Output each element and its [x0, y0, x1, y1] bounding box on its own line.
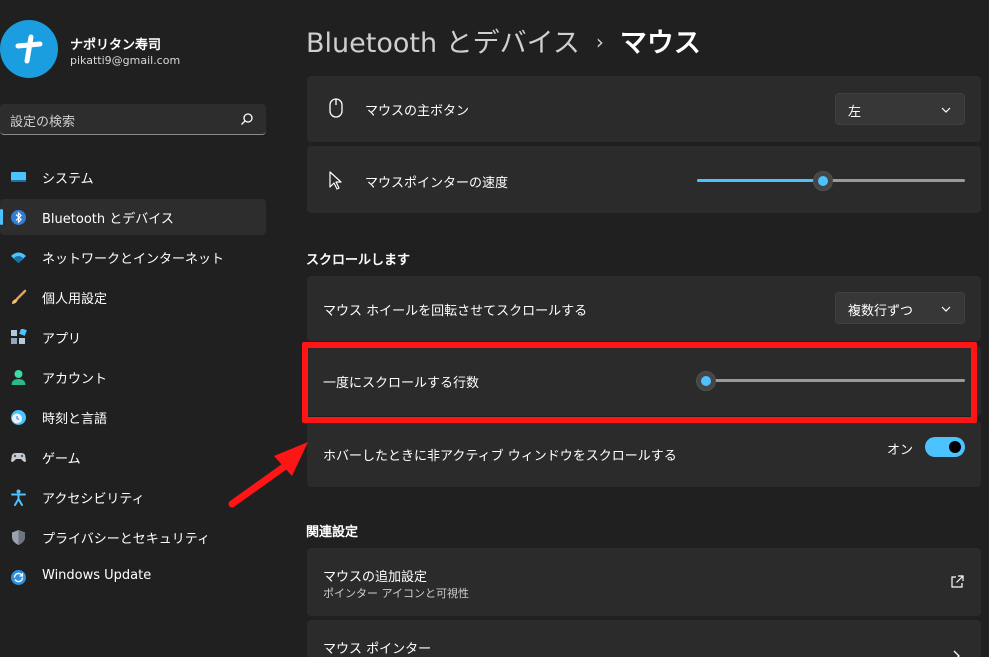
lines-to-scroll-setting: 一度にスクロールする行数 — [307, 346, 981, 416]
mouse-pointer-setting[interactable]: マウス ポインター — [307, 620, 981, 657]
sidebar-item-label: アクセシビリティ — [42, 492, 145, 507]
sidebar-item-privacy-security[interactable]: プライバシーとセキュリティ — [0, 519, 266, 555]
primary-button-setting: マウスの主ボタン 左 — [307, 76, 981, 142]
scroll-section-title: スクロールします — [306, 253, 411, 268]
sidebar-item-label: ゲーム — [42, 452, 81, 467]
red-arrow-annotation — [228, 442, 308, 508]
sidebar-item-bluetooth-devices[interactable]: Bluetooth とデバイス — [0, 199, 266, 235]
breadcrumb-separator: › — [595, 30, 604, 54]
wifi-icon — [11, 252, 26, 263]
sidebar-item-label: アカウント — [42, 372, 108, 387]
inactive-scroll-toggle[interactable] — [925, 437, 965, 457]
pointer-speed-label: マウスポインターの速度 — [365, 176, 509, 191]
slider-track — [706, 379, 965, 382]
system-icon — [11, 172, 26, 182]
sidebar-item-label: 時刻と言語 — [42, 412, 108, 427]
avatar — [0, 20, 58, 78]
sidebar-item-personalization[interactable]: 個人用設定 — [0, 279, 266, 315]
pointer-speed-slider[interactable] — [697, 170, 965, 191]
primary-button-value: 左 — [848, 105, 862, 120]
sidebar-item-label: システム — [42, 172, 94, 187]
search-icon[interactable] — [240, 112, 254, 126]
breadcrumb-current: マウス — [619, 28, 701, 59]
toggle-state-label: オン — [886, 443, 913, 458]
primary-button-label: マウスの主ボタン — [365, 104, 470, 119]
sidebar-item-label: Windows Update — [42, 568, 152, 583]
profile-name: ナポリタン寿司 — [70, 38, 162, 53]
profile-email: pikatti9@gmail.com — [70, 54, 181, 67]
inactive-scroll-setting: ホバーしたときに非アクティブ ウィンドウをスクロールする オン — [307, 421, 981, 487]
accessibility-icon — [11, 489, 26, 506]
mouse-pointer-label: マウス ポインター — [323, 642, 432, 657]
wheel-scroll-dropdown[interactable]: 複数行ずつ — [835, 292, 965, 324]
account-icon — [11, 370, 26, 385]
lines-to-scroll-slider[interactable] — [696, 370, 965, 391]
update-icon — [11, 570, 26, 585]
chevron-down-icon — [941, 306, 951, 312]
breadcrumb-bluetooth-devices[interactable]: Bluetooth とデバイス — [306, 28, 580, 59]
sidebar-item-apps[interactable]: アプリ — [0, 319, 266, 355]
pointer-speed-setting: マウスポインターの速度 — [307, 146, 981, 213]
slider-thumb[interactable] — [696, 371, 716, 391]
wheel-scroll-label: マウス ホイールを回転させてスクロールする — [323, 304, 588, 319]
wheel-scroll-value: 複数行ずつ — [848, 304, 914, 319]
wheel-scroll-setting: マウス ホイールを回転させてスクロールする 複数行ずつ — [307, 276, 981, 341]
additional-mouse-settings[interactable]: マウスの追加設定 ポインター アイコンと可視性 — [307, 548, 981, 616]
additional-settings-label: マウスの追加設定 — [323, 570, 428, 585]
slider-thumb[interactable] — [812, 171, 833, 191]
time-language-icon — [11, 410, 26, 425]
bluetooth-icon — [11, 210, 26, 225]
shield-icon — [12, 530, 25, 545]
sidebar-item-windows-update[interactable]: Windows Update — [0, 559, 266, 595]
sidebar-item-network[interactable]: ネットワークとインターネット — [0, 239, 266, 275]
gamepad-icon — [11, 453, 26, 462]
external-link-icon — [951, 575, 964, 588]
mouse-icon — [329, 98, 343, 118]
page-title: Bluetooth とデバイス › マウス — [306, 21, 701, 60]
chevron-right-icon — [953, 650, 960, 657]
related-section-title: 関連設定 — [306, 525, 359, 540]
search-placeholder: 設定の検索 — [10, 115, 76, 130]
sidebar-item-label: ネットワークとインターネット — [42, 252, 225, 267]
sidebar-item-label: Bluetooth とデバイス — [42, 212, 174, 227]
sidebar-item-system[interactable]: システム — [0, 159, 266, 195]
slider-fill — [697, 179, 823, 182]
chevron-down-icon — [941, 107, 951, 113]
inactive-scroll-label: ホバーしたときに非アクティブ ウィンドウをスクロールする — [323, 449, 677, 464]
sidebar: ナポリタン寿司 pikatti9@gmail.com 設定の検索 システム Bl… — [0, 0, 280, 657]
pointer-icon — [329, 171, 342, 190]
brush-icon — [12, 289, 27, 304]
avatar-logo-icon — [15, 34, 43, 64]
sidebar-item-label: プライバシーとセキュリティ — [42, 532, 210, 547]
search-input[interactable]: 設定の検索 — [0, 104, 266, 135]
user-profile[interactable]: ナポリタン寿司 pikatti9@gmail.com — [0, 20, 270, 80]
toggle-knob — [949, 441, 961, 453]
sidebar-item-label: アプリ — [42, 332, 82, 347]
sidebar-item-label: 個人用設定 — [42, 292, 108, 307]
active-indicator — [0, 209, 3, 225]
lines-to-scroll-label: 一度にスクロールする行数 — [323, 376, 480, 391]
apps-icon — [11, 329, 27, 344]
additional-settings-sublabel: ポインター アイコンと可視性 — [323, 587, 469, 600]
primary-button-dropdown[interactable]: 左 — [835, 93, 965, 125]
sidebar-item-accounts[interactable]: アカウント — [0, 359, 266, 395]
